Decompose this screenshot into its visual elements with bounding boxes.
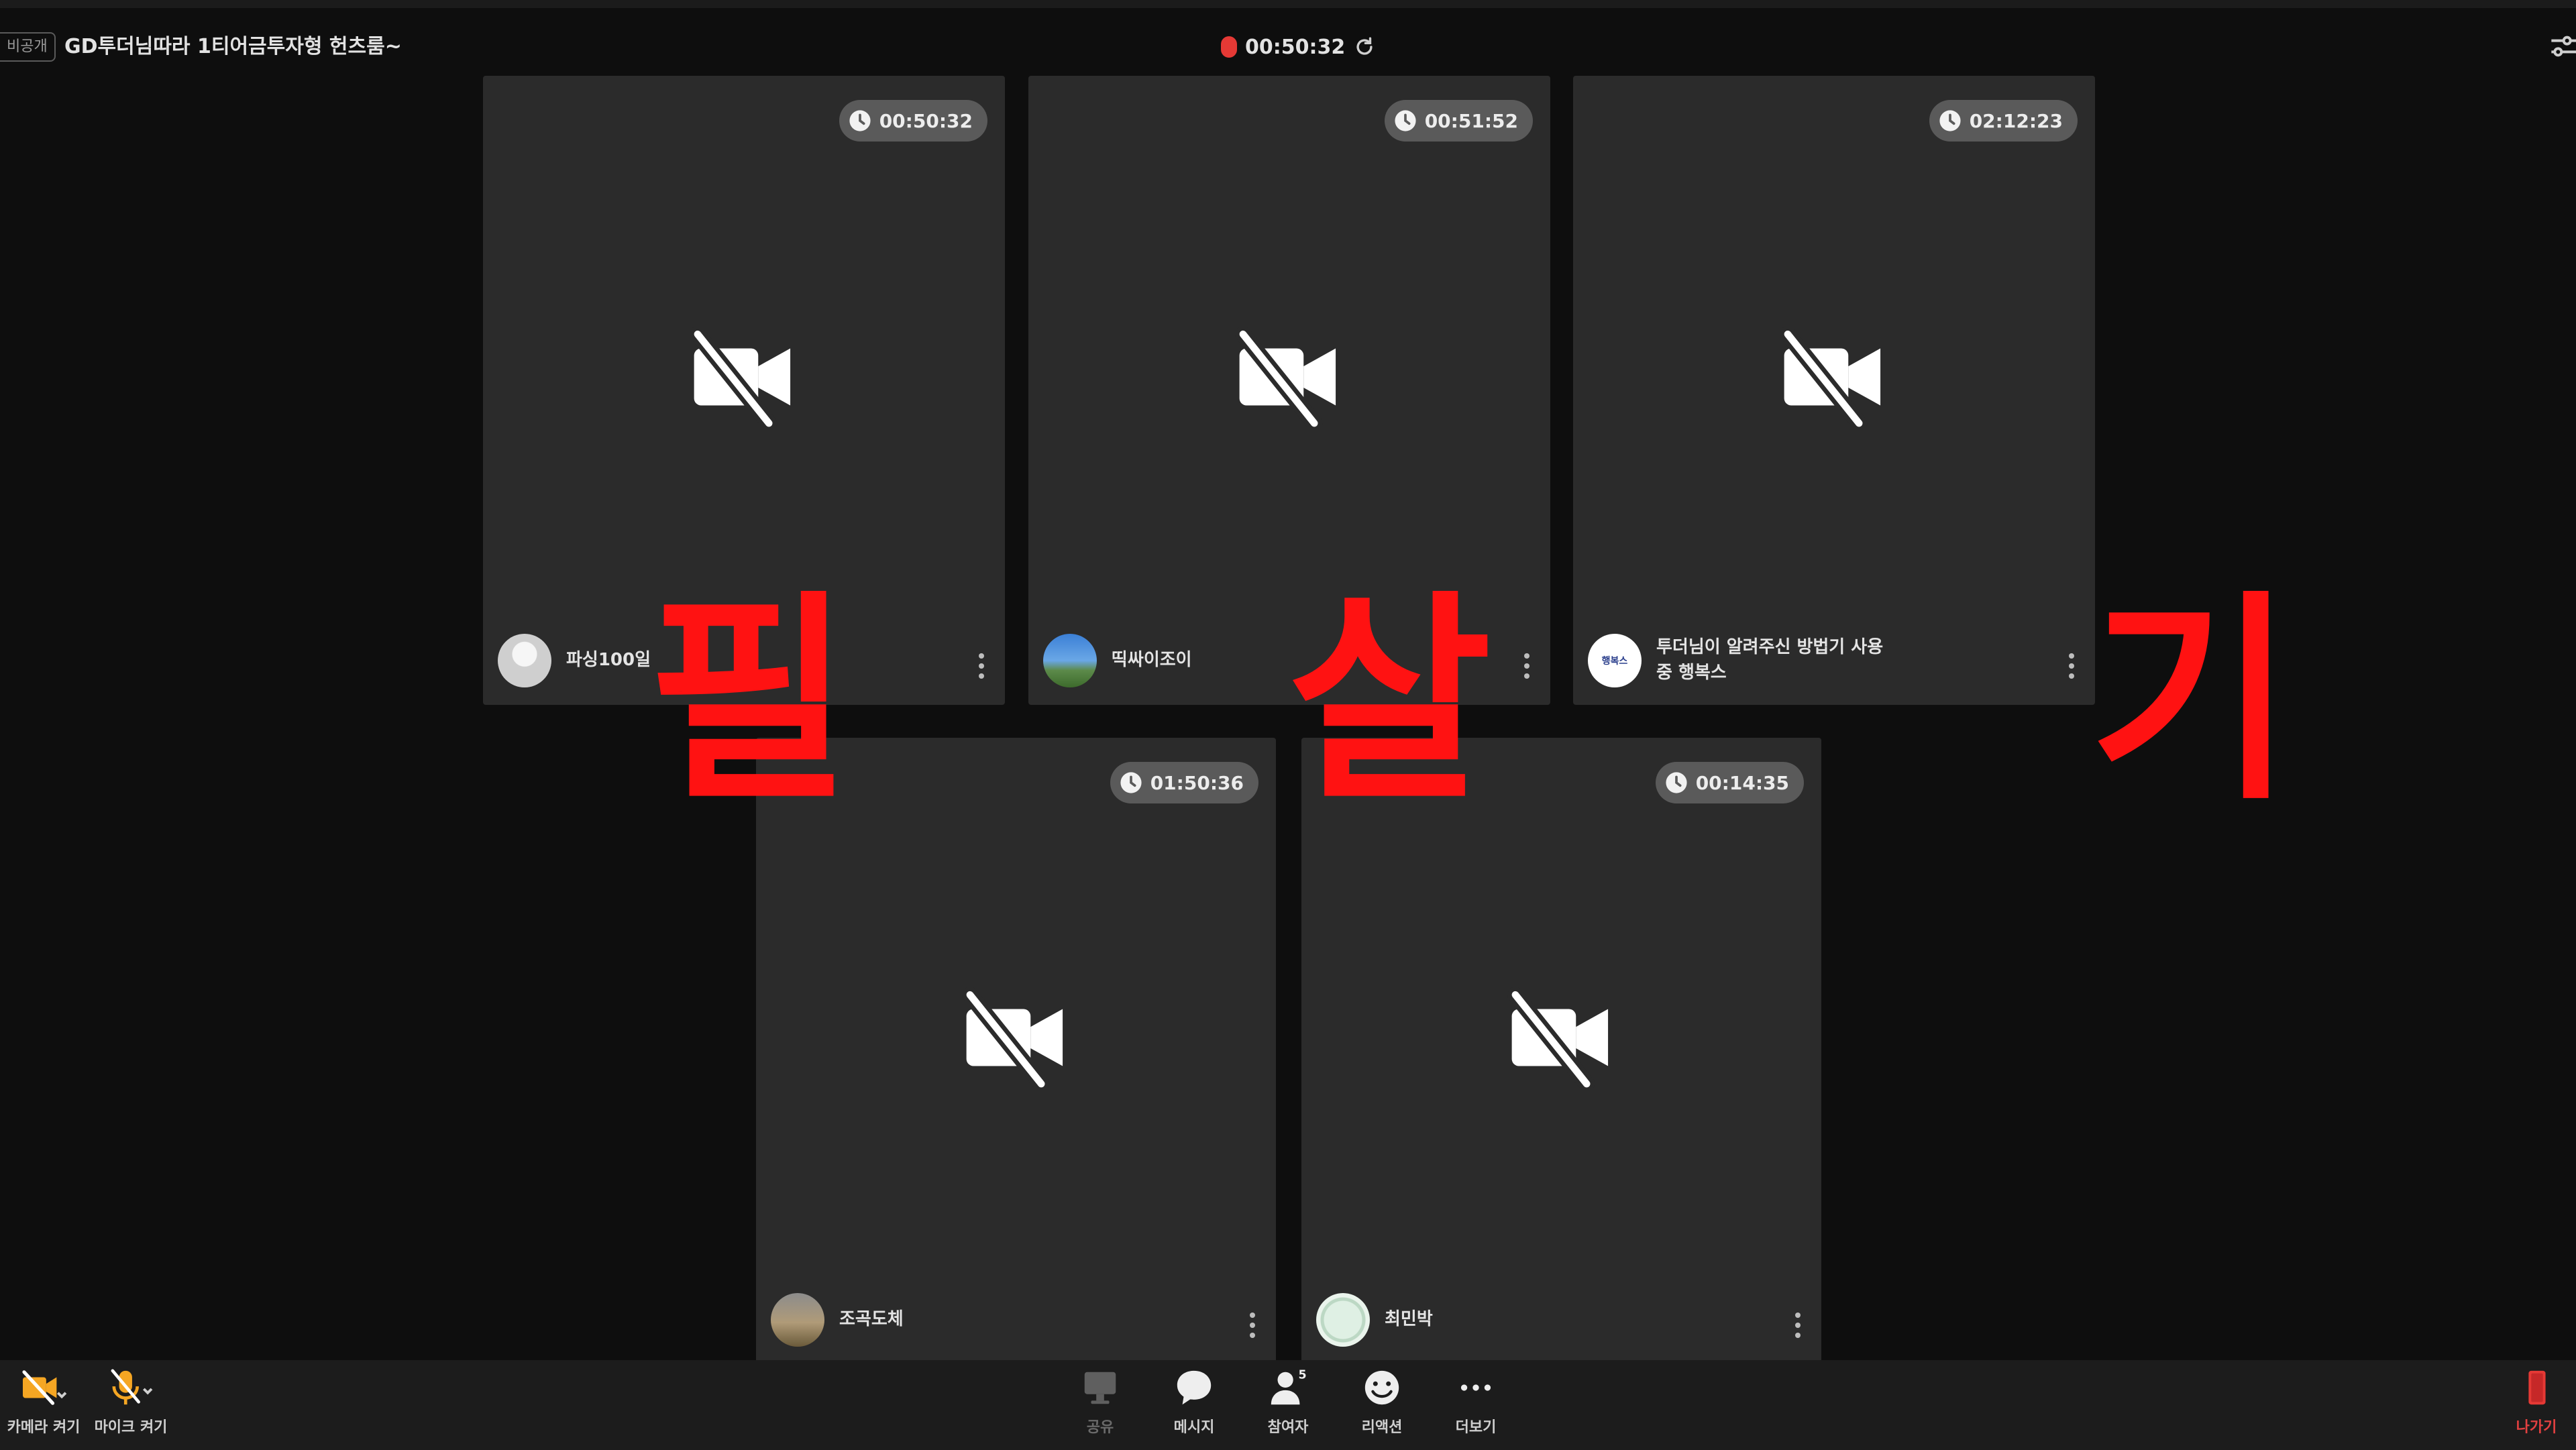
timer-text: 00:14:35: [1695, 771, 1789, 794]
participant-tile[interactable]: 00:14:35 최민박: [1301, 738, 1821, 1364]
participant-info: 최민박: [1316, 1293, 1768, 1347]
participant-name: 파싱100일: [566, 650, 651, 671]
clock-icon: [1666, 772, 1687, 793]
share-button[interactable]: 공유: [1057, 1367, 1144, 1447]
chat-button[interactable]: 메시지: [1150, 1367, 1238, 1447]
share-label: 공유: [1086, 1419, 1114, 1436]
participant-tile[interactable]: 01:50:36 조곡도체: [756, 738, 1276, 1364]
camera-off-icon: [1507, 987, 1608, 1088]
participant-name: 조곡도체: [839, 1309, 904, 1330]
attendance-timer: 01:50:36: [1110, 762, 1258, 803]
participant-info: 조곡도체: [771, 1293, 1222, 1347]
timer-text: 01:50:36: [1150, 771, 1244, 794]
more-vertical-icon[interactable]: [1523, 653, 1530, 679]
reaction-button[interactable]: 리액션: [1338, 1367, 1426, 1447]
avatar: [1043, 634, 1097, 687]
attendance-timer: 00:14:35: [1655, 762, 1804, 803]
more-vertical-icon[interactable]: [1794, 1312, 1801, 1339]
avatar: 행복스: [1588, 634, 1642, 687]
avatar: [1316, 1293, 1370, 1347]
timer-text: 00:51:52: [1424, 109, 1518, 132]
participant-info: 행복스 투더님이 알려주신 방법기 사용중 행복스: [1588, 634, 2041, 687]
exit-door-icon: [2528, 1370, 2546, 1405]
camera-off-icon: [689, 327, 791, 427]
more-vertical-icon[interactable]: [1249, 1312, 1256, 1339]
clock-icon: [1395, 110, 1416, 131]
smile-icon: [1364, 1370, 1399, 1405]
leave-label: 나가기: [2516, 1419, 2557, 1436]
timer-text: 00:50:32: [879, 109, 973, 132]
camera-off-icon: [1234, 327, 1336, 427]
clock-icon: [849, 110, 871, 131]
clock-icon: [1120, 772, 1142, 793]
camera-muted-icon: [22, 1370, 67, 1405]
camera-off-icon: [961, 987, 1063, 1088]
participant-tile[interactable]: 02:12:23 행복스 투더님이 알려주신 방법기 사용중 행복스: [1573, 76, 2095, 705]
more-horizontal-icon: [1460, 1384, 1491, 1391]
participant-name: 띡싸이조이: [1112, 650, 1192, 671]
attendance-timer: 02:12:23: [1929, 100, 2078, 142]
camera-toggle-button[interactable]: 카메라 켜기: [0, 1367, 87, 1447]
attendance-timer: 00:51:52: [1384, 100, 1533, 142]
more-button[interactable]: 더보기: [1432, 1367, 1519, 1447]
meeting-window: 비공개 GD투더님따라 1티어금투자형 헌츠룸~ 00:50:32 00:50:…: [0, 0, 2576, 1450]
mic-toggle-label: 마이크 켜기: [94, 1419, 168, 1436]
attendance-timer: 00:50:32: [839, 100, 987, 142]
overlay-character: 살: [1288, 572, 1492, 830]
participants-count: 5: [1299, 1368, 1307, 1382]
avatar: [771, 1293, 824, 1347]
participants-icon: 5: [1271, 1368, 1307, 1405]
room-title: GD투더님따라 1티어금투자형 헌츠룸~: [64, 35, 402, 58]
chat-bubble-icon: [1177, 1370, 1212, 1405]
visibility-badge: 비공개: [0, 32, 56, 62]
avatar: [498, 634, 551, 687]
camera-off-icon: [1779, 327, 1881, 427]
reaction-label: 리액션: [1361, 1419, 1403, 1436]
refresh-icon[interactable]: [1353, 36, 1376, 58]
window-top-strip: [0, 0, 2576, 8]
overlay-character: 필: [647, 572, 851, 830]
camera-toggle-label: 카메라 켜기: [7, 1419, 80, 1436]
participants-label: 참여자: [1267, 1419, 1309, 1436]
leave-button[interactable]: 나가기: [2497, 1367, 2576, 1447]
participant-name: 투더님이 알려주신 방법기 사용중 행복스: [1656, 637, 1884, 683]
more-vertical-icon[interactable]: [2068, 653, 2075, 679]
avatar-logo-text: 행복스: [1601, 656, 1628, 667]
recording-time: 00:50:32: [1245, 35, 1346, 59]
record-dot-icon: [1221, 36, 1237, 58]
participants-button[interactable]: 5 참여자: [1244, 1367, 1332, 1447]
mic-toggle-button[interactable]: 마이크 켜기: [87, 1367, 174, 1447]
more-label: 더보기: [1455, 1419, 1497, 1436]
more-vertical-icon[interactable]: [978, 653, 985, 679]
participant-name: 최민박: [1385, 1309, 1433, 1330]
recording-indicator: 00:50:32: [1221, 30, 1376, 64]
meeting-toolbar: 카메라 켜기 마이크 켜기 공유 메시지 5 참여자 리액션 더보기 나가기: [0, 1360, 2576, 1450]
screen-share-icon: [1084, 1372, 1116, 1404]
chat-label: 메시지: [1173, 1419, 1215, 1436]
overlay-character: 기: [2090, 572, 2294, 830]
sliders-icon[interactable]: [2549, 35, 2576, 58]
timer-text: 02:12:23: [1969, 109, 2063, 132]
mic-muted-icon: [111, 1369, 153, 1405]
clock-icon: [1939, 110, 1961, 131]
